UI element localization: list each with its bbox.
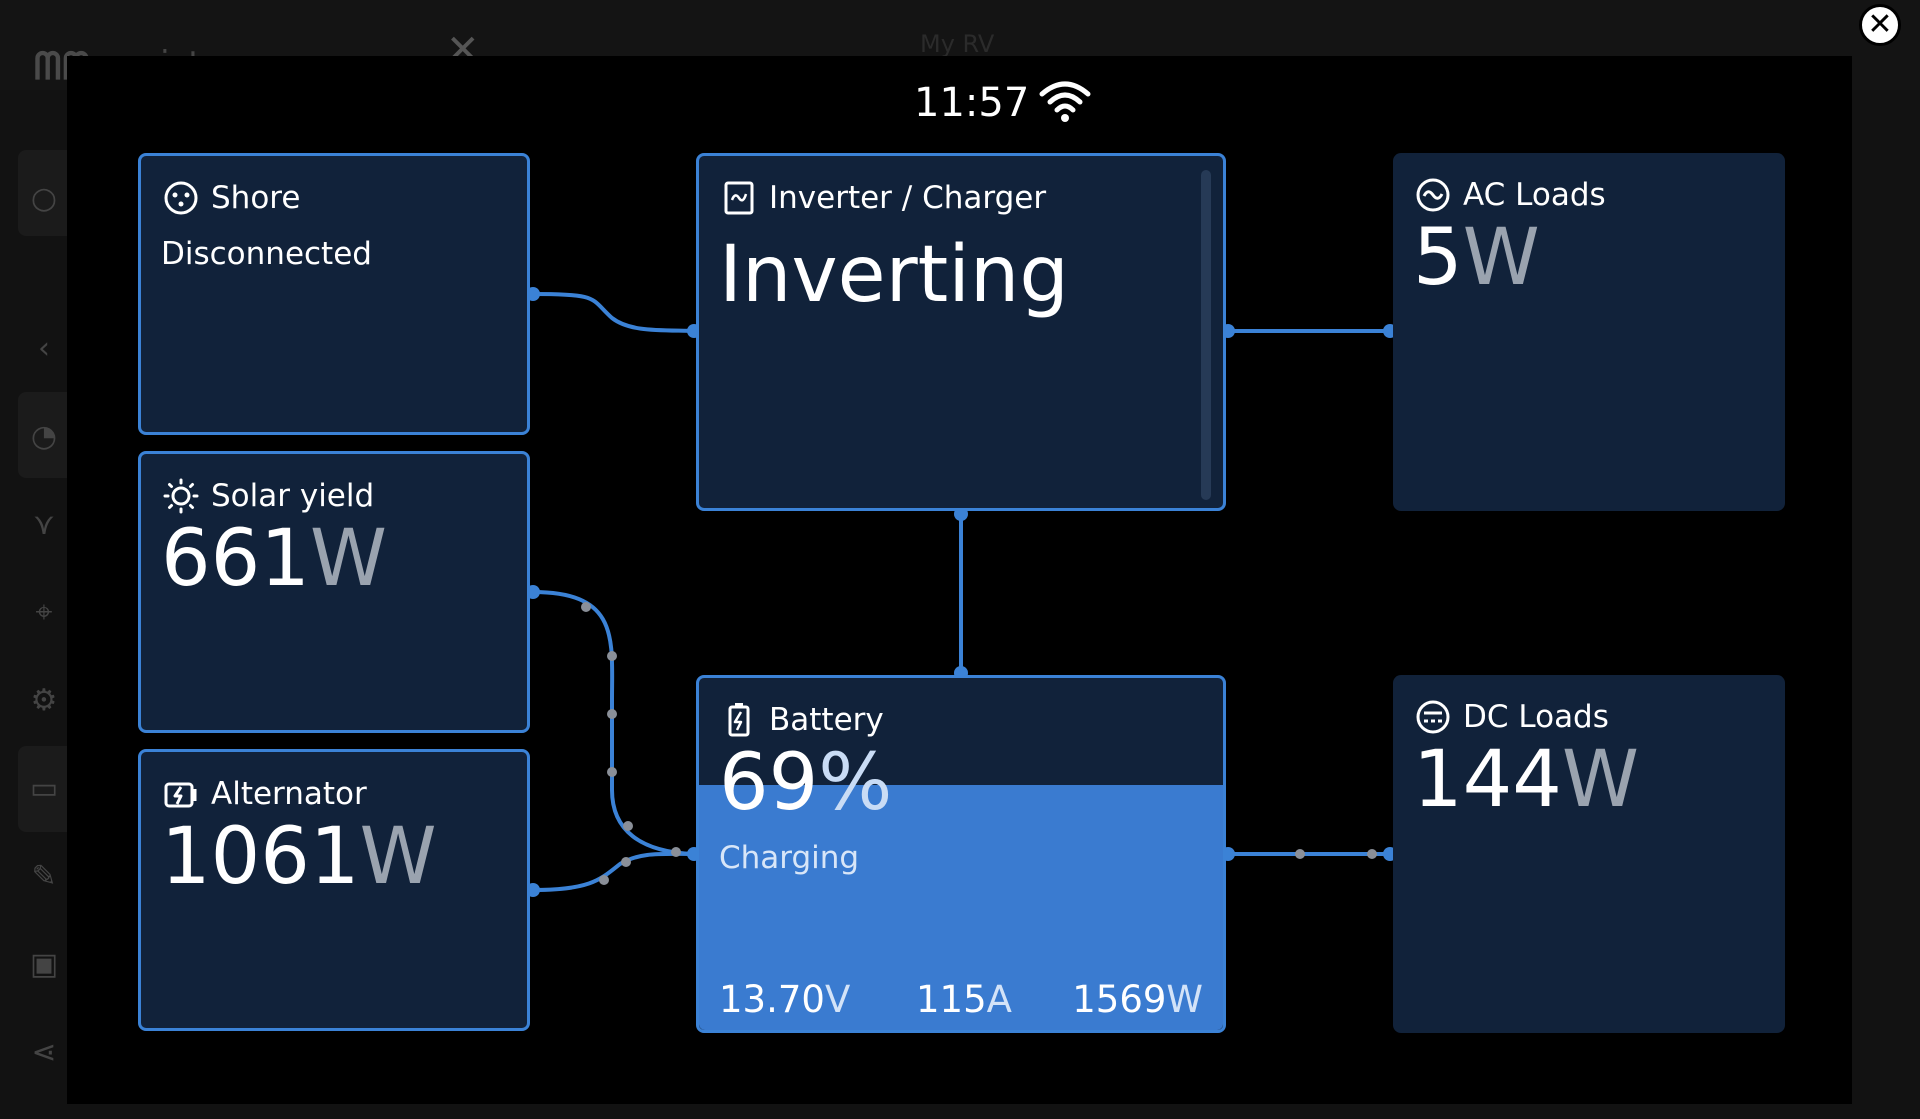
dc-loads-title: DC Loads [1463,699,1609,735]
battery-title: Battery [769,702,884,738]
inverter-title: Inverter / Charger [769,180,1047,216]
ac-loads-value-unit: W [1462,213,1540,303]
ac-loads-header: AC Loads [1415,177,1606,213]
battery-charging-icon [728,703,750,737]
battery-soc-unit: % [818,738,893,828]
ac-sine-icon [1416,178,1450,212]
battery-power-unit: W [1166,978,1203,1021]
battery-voltage: 13.70V [719,978,850,1021]
shore-header: Shore [163,180,300,216]
alternator-value: 1061W [161,818,437,896]
alternator-header: Alternator [163,776,367,812]
alternator-value-number: 1061 [161,812,360,902]
battery-voltage-number: 13.70 [719,978,825,1021]
shore-status: Disconnected [161,236,372,272]
inverter-charger-tile[interactable]: Inverter / Charger Inverting [696,153,1226,511]
alternator-icon [164,782,197,808]
inverter-icon [724,181,754,215]
battery-power: 1569W [1072,978,1203,1021]
battery-soc-number: 69 [719,738,819,828]
solar-value: 661W [161,520,387,598]
battery-header: Battery [721,702,884,738]
dc-loads-value-unit: W [1561,735,1640,825]
inverter-state: Inverting [719,230,1069,320]
solar-tile[interactable]: Solar yield 661W [138,451,530,733]
ac-loads-value: 5W [1413,219,1540,297]
battery-state: Charging [719,840,860,876]
battery-tile[interactable]: Battery 69% Charging 13.70V 115A 1569W [696,675,1226,1033]
dc-icon [1416,700,1450,734]
alternator-tile[interactable]: Alternator 1061W [138,749,530,1031]
solar-header: Solar yield [163,478,374,514]
solar-value-number: 661 [161,514,310,604]
solar-title: Solar yield [211,478,375,514]
dc-loads-value-number: 144 [1413,735,1562,825]
solar-value-unit: W [309,514,388,604]
battery-soc: 69% [719,744,892,822]
battery-current: 115A [916,978,1012,1021]
shore-plug-icon [164,181,198,215]
ac-loads-title: AC Loads [1463,177,1606,213]
alternator-value-unit: W [359,812,437,902]
inverter-header: Inverter / Charger [721,180,1046,216]
dc-loads-tile[interactable]: DC Loads 144W [1393,675,1785,1033]
inverter-scrollbar[interactable] [1201,170,1211,500]
battery-current-unit: A [986,978,1012,1021]
dc-loads-header: DC Loads [1415,699,1609,735]
dc-loads-value: 144W [1413,741,1639,819]
ac-loads-value-number: 5 [1413,213,1463,303]
battery-power-number: 1569 [1072,978,1167,1021]
shore-title: Shore [211,180,301,216]
sun-icon [163,478,199,514]
shore-tile[interactable]: Shore Disconnected [138,153,530,435]
battery-voltage-unit: V [824,978,851,1021]
ac-loads-tile[interactable]: AC Loads 5W [1393,153,1785,511]
battery-current-number: 115 [916,978,987,1021]
alternator-title: Alternator [211,776,367,812]
